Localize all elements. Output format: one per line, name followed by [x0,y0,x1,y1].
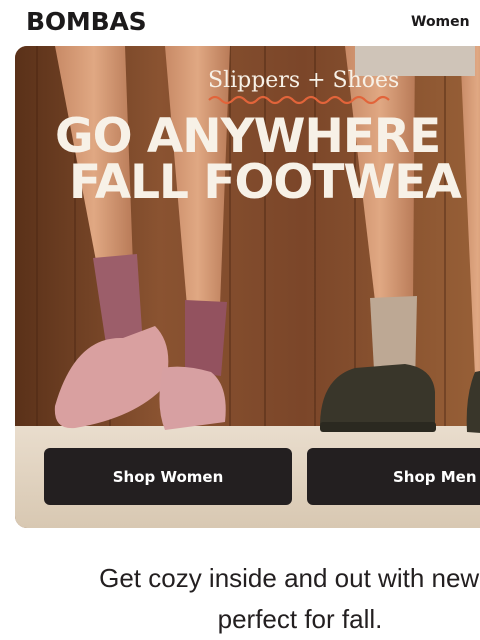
shop-men-button[interactable]: Shop Men [307,448,480,505]
tagline-line-2: perfect for fall. [217,604,383,634]
hero-eyebrow: Slippers + Shoes [208,68,400,93]
site-header: BOMBAS Women [0,0,480,46]
nav-women-link[interactable]: Women [411,14,470,30]
tagline-line-1: Get cozy inside and out with new p [99,563,480,593]
bombas-logo[interactable]: BOMBAS [26,7,147,36]
shop-women-button[interactable]: Shop Women [44,448,292,505]
hero-banner[interactable]: Slippers + Shoes GO ANYWHERE FALL FOOTWE… [15,46,480,528]
squiggle-underline-icon [208,95,390,105]
promo-tagline: Get cozy inside and out with new p perfe… [0,558,480,640]
headline-line-2: FALL FOOTWEA [69,155,462,210]
hero-headline: GO ANYWHERE FALL FOOTWEA [55,113,462,210]
